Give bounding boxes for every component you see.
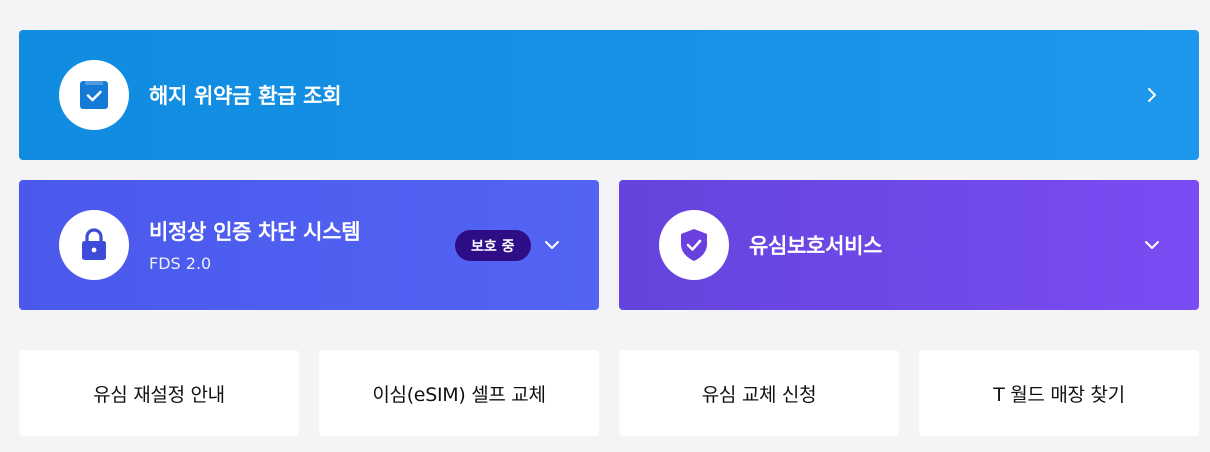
- chevron-down-icon[interactable]: [1143, 236, 1161, 254]
- fds-icon-circle: [59, 210, 129, 280]
- esim-self-replace-link[interactable]: 이심(eSIM) 셀프 교체: [319, 350, 599, 436]
- refund-icon-circle: [59, 60, 129, 130]
- usim-icon-circle: [659, 210, 729, 280]
- refund-lookup-card[interactable]: 해지 위약금 환급 조회: [19, 30, 1199, 160]
- chevron-down-icon[interactable]: [543, 236, 561, 254]
- shield-check-icon: [681, 229, 707, 261]
- checklist-icon: [80, 81, 108, 109]
- usim-card-title: 유심보호서비스: [749, 234, 883, 258]
- fds-card-title: 비정상 인증 차단 시스템: [149, 220, 361, 244]
- refund-card-title: 해지 위약금 환급 조회: [149, 84, 342, 108]
- usim-replace-request-link[interactable]: 유심 교체 신청: [619, 350, 899, 436]
- chevron-right-icon[interactable]: [1143, 86, 1161, 104]
- status-badge: 보호 중: [455, 230, 531, 261]
- fds-card[interactable]: 비정상 인증 차단 시스템 FDS 2.0 보호 중: [19, 180, 599, 310]
- tworld-store-finder-link[interactable]: T 월드 매장 찾기: [919, 350, 1199, 436]
- usim-reset-guide-link[interactable]: 유심 재설정 안내: [19, 350, 299, 436]
- lock-icon: [82, 228, 106, 260]
- usim-protection-card[interactable]: 유심보호서비스: [619, 180, 1199, 310]
- fds-card-subtitle: FDS 2.0: [149, 254, 212, 273]
